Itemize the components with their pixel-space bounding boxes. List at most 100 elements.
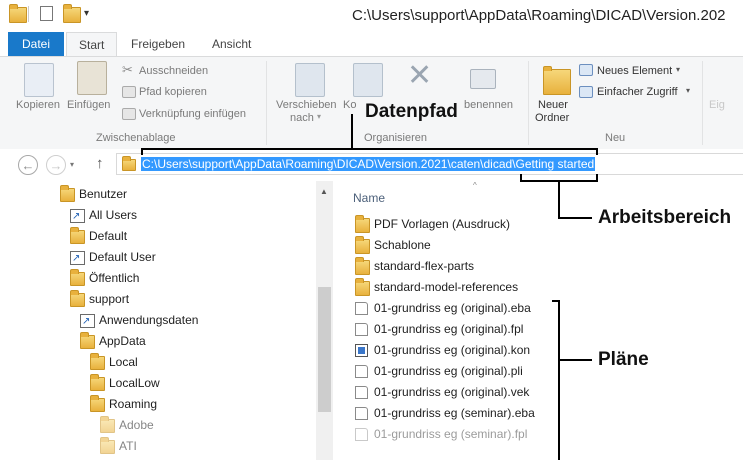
tree-item-label: All Users bbox=[89, 208, 138, 222]
shortcut-icon bbox=[80, 311, 95, 332]
tree-item-label: ATI bbox=[119, 439, 137, 453]
tab-start[interactable]: Start bbox=[66, 32, 118, 57]
back-button[interactable]: ← bbox=[18, 155, 38, 175]
folder-icon bbox=[70, 269, 85, 286]
tree-item-label: LocalLow bbox=[109, 376, 160, 390]
copy-path-button[interactable]: Pfad kopieren bbox=[139, 86, 207, 98]
recent-dropdown-icon[interactable]: ▾ bbox=[70, 160, 74, 169]
easy-access-icon bbox=[579, 86, 593, 98]
group-clipboard-label: Zwischenablage bbox=[96, 132, 176, 144]
file-name: standard-model-references bbox=[374, 280, 519, 294]
folder-icon bbox=[70, 290, 85, 307]
file-name: PDF Vorlagen (Ausdruck) bbox=[374, 217, 511, 231]
file-row[interactable]: standard-model-references bbox=[333, 277, 543, 298]
tree-item-label: Roaming bbox=[109, 397, 158, 411]
move-to-label-line2: nach bbox=[290, 112, 314, 124]
folder-icon bbox=[100, 416, 115, 433]
folder-icon bbox=[90, 395, 105, 412]
annotation-bracket bbox=[596, 174, 598, 182]
file-name: 01-grundriss eg (seminar).fpl bbox=[374, 427, 528, 441]
file-name: 01-grundriss eg (original).eba bbox=[374, 301, 531, 315]
tree-item[interactable]: Default bbox=[0, 226, 316, 247]
tree-item[interactable]: Adobe bbox=[0, 415, 316, 436]
folder-icon bbox=[9, 4, 27, 23]
new-folder-label-line2: Ordner bbox=[535, 112, 570, 124]
file-row[interactable]: PDF Vorlagen (Ausdruck) bbox=[333, 214, 543, 235]
folder-icon bbox=[355, 278, 370, 296]
properties-icon[interactable] bbox=[40, 6, 53, 21]
sort-indicator-icon: ^ bbox=[473, 181, 477, 190]
tree-item[interactable]: All Users bbox=[0, 205, 316, 227]
tree-item[interactable]: Benutzer bbox=[0, 184, 316, 205]
copy-to-button[interactable]: Ko bbox=[343, 99, 356, 111]
file-row[interactable]: 01-grundriss eg (original).fpl bbox=[333, 319, 543, 340]
new-folder-icon[interactable] bbox=[63, 4, 81, 23]
tab-freigeben[interactable]: Freigeben bbox=[119, 32, 197, 56]
tree-item[interactable]: ATI bbox=[0, 436, 316, 457]
rename-icon bbox=[470, 69, 496, 89]
paste-shortcut-button[interactable]: Verknüpfung einfügen bbox=[139, 108, 246, 120]
forward-button[interactable]: → bbox=[46, 155, 66, 175]
annotation-bracket bbox=[141, 148, 143, 155]
shortcut-icon bbox=[70, 206, 85, 227]
annotation-line bbox=[558, 217, 592, 219]
copy-icon bbox=[24, 63, 54, 97]
column-header-name[interactable]: Name bbox=[353, 191, 385, 205]
file-row[interactable]: 01-grundriss eg (original).vek bbox=[333, 382, 543, 403]
address-path[interactable]: C:\Users\support\AppData\Roaming\DICAD\V… bbox=[141, 157, 596, 171]
up-arrow-icon[interactable]: ↑ bbox=[96, 155, 104, 172]
file-row[interactable]: 01-grundriss eg (original).pli bbox=[333, 361, 543, 382]
file-row[interactable]: 01-grundriss eg (seminar).eba bbox=[333, 403, 543, 424]
tree-item[interactable]: Roaming bbox=[0, 394, 316, 415]
folder-icon bbox=[60, 185, 75, 202]
file-icon bbox=[355, 407, 368, 420]
copy-path-icon bbox=[122, 86, 136, 98]
move-to-button[interactable]: Verschieben bbox=[276, 99, 337, 111]
ribbon-tabs: Datei Start Freigeben Ansicht bbox=[0, 32, 743, 57]
file-icon bbox=[355, 302, 368, 315]
file-row[interactable]: 01-grundriss eg (original).kon bbox=[333, 340, 543, 361]
tree-item[interactable]: LocalLow bbox=[0, 373, 316, 394]
tree-item[interactable]: AppData bbox=[0, 331, 316, 352]
annotation-datenpfad: Datenpfad bbox=[362, 101, 461, 123]
new-item-button[interactable]: Neues Element bbox=[597, 65, 672, 77]
scissors-icon: ✂ bbox=[122, 62, 133, 77]
folder-icon bbox=[355, 257, 370, 275]
tree-item-label: Adobe bbox=[119, 418, 154, 432]
tree-item[interactable]: support bbox=[0, 289, 316, 310]
annotation-bracket bbox=[596, 148, 598, 155]
file-row[interactable]: Schablone bbox=[333, 235, 543, 256]
qat-dropdown-icon[interactable]: ▾ bbox=[84, 8, 89, 19]
annotation-bracket bbox=[520, 174, 522, 182]
scroll-up-icon[interactable]: ▲ bbox=[320, 187, 328, 196]
scrollbar-thumb[interactable] bbox=[318, 287, 331, 412]
chevron-down-icon: ▾ bbox=[676, 65, 681, 74]
tree-item[interactable]: Default User bbox=[0, 247, 316, 269]
chevron-down-icon: ▾ bbox=[317, 112, 322, 121]
annotation-bracket bbox=[558, 300, 560, 460]
new-folder-button[interactable]: Neuer bbox=[538, 99, 568, 111]
file-name: 01-grundriss eg (original).vek bbox=[374, 385, 530, 399]
navigation-bar: ← → ▾ ↑ C:\Users\support\AppData\Roaming… bbox=[0, 149, 743, 181]
file-row[interactable]: 01-grundriss eg (original).eba bbox=[333, 298, 543, 319]
copy-to-icon bbox=[353, 63, 383, 97]
tree-item[interactable]: Anwendungsdaten bbox=[0, 310, 316, 332]
address-bar[interactable]: C:\Users\support\AppData\Roaming\DICAD\V… bbox=[116, 153, 743, 175]
file-icon bbox=[355, 323, 368, 336]
copy-button[interactable]: Kopieren bbox=[16, 99, 60, 111]
group-separator bbox=[528, 61, 529, 145]
cut-button[interactable]: Ausschneiden bbox=[139, 65, 208, 77]
file-row[interactable]: standard-flex-parts bbox=[333, 256, 543, 277]
new-folder-icon bbox=[543, 66, 571, 95]
delete-icon[interactable]: ✕ bbox=[407, 61, 432, 91]
rename-button[interactable]: benennen bbox=[464, 99, 513, 111]
tree-item-label: Öffentlich bbox=[89, 271, 140, 285]
tab-ansicht[interactable]: Ansicht bbox=[200, 32, 263, 56]
tree-item[interactable]: Local bbox=[0, 352, 316, 373]
tab-datei[interactable]: Datei bbox=[8, 32, 65, 56]
tree-item[interactable]: Öffentlich bbox=[0, 268, 316, 289]
easy-access-button[interactable]: Einfacher Zugriff bbox=[597, 86, 678, 98]
paste-button[interactable]: Einfügen bbox=[67, 99, 110, 111]
properties-button[interactable]: Eig bbox=[709, 99, 725, 111]
file-row[interactable]: 01-grundriss eg (seminar).fpl bbox=[333, 424, 543, 445]
